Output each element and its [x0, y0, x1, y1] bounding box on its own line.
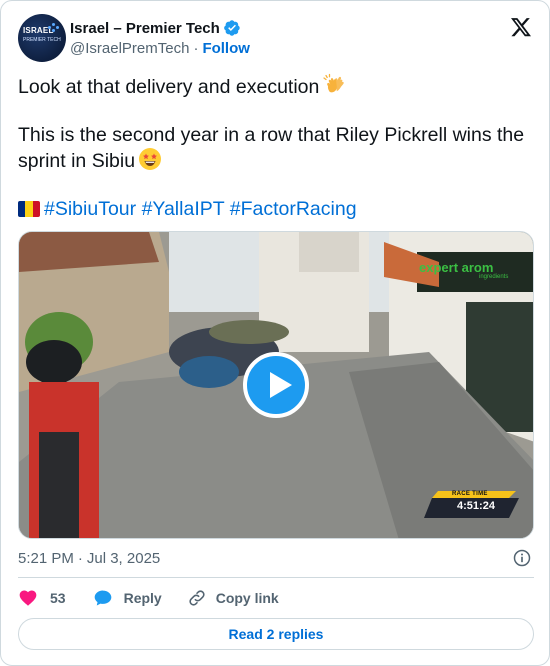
- hashtag-sibiutour[interactable]: #SibiuTour: [44, 198, 136, 220]
- romania-flag-icon: [18, 201, 40, 217]
- author-handle-row: @IsraelPremTech · Follow: [70, 40, 250, 57]
- link-icon: [189, 590, 205, 606]
- tweet-card: ISRAEL PREMIER TECH Israel – Premier Tec…: [0, 0, 550, 666]
- race-time-overlay: RACE TIME 4:51:24: [432, 490, 520, 518]
- reply-button[interactable]: Reply: [93, 588, 162, 608]
- sponsor-subtext: ingredients: [479, 274, 509, 280]
- copy-link-label: Copy link: [215, 590, 279, 606]
- info-icon[interactable]: [512, 548, 532, 568]
- handle-separator: ·: [193, 40, 199, 57]
- hashtag-yallaipt[interactable]: #YallaIPT: [142, 198, 225, 220]
- chat-bubble-icon: [94, 590, 111, 606]
- follow-button[interactable]: Follow: [202, 40, 250, 57]
- copy-link-button[interactable]: Copy link: [187, 588, 279, 608]
- text-spacer: [18, 173, 534, 197]
- x-logo-icon[interactable]: [510, 16, 532, 38]
- tweet-line-1: Look at that delivery and execution: [18, 73, 534, 99]
- clapping-hands-icon: [323, 73, 345, 93]
- avatar-dots-icon: [48, 22, 60, 32]
- hashtag-factorracing[interactable]: #FactorRacing: [230, 198, 357, 220]
- video-player[interactable]: expert arom ingredients RACE TIME 4:51:2…: [18, 231, 534, 539]
- avatar[interactable]: ISRAEL PREMIER TECH: [18, 14, 66, 62]
- heart-icon: [19, 590, 37, 606]
- author-handle[interactable]: @IsraelPremTech: [70, 40, 189, 57]
- tweet-date[interactable]: Jul 3, 2025: [87, 550, 160, 567]
- play-icon[interactable]: [243, 352, 309, 418]
- race-time-label: RACE TIME: [452, 491, 488, 497]
- text-spacer: [18, 99, 534, 123]
- meta-separator: ·: [77, 549, 83, 567]
- like-count: 53: [50, 590, 66, 606]
- tweet-line-2: This is the second year in a row that Ri…: [18, 123, 534, 173]
- tweet-text: Look at that delivery and execution This…: [18, 73, 534, 221]
- author-name-row: Israel – Premier Tech: [70, 18, 241, 38]
- sponsor-logo: expert arom: [419, 260, 494, 275]
- tweet-time[interactable]: 5:21 PM: [18, 550, 74, 567]
- star-struck-face-icon: [139, 148, 162, 170]
- tweet-line-1-text: Look at that delivery and execution: [18, 76, 320, 98]
- verified-badge-icon: [223, 20, 240, 36]
- action-bar: 53 Reply Copy link: [18, 587, 534, 609]
- tweet-line-2-text: This is the second year in a row that Ri…: [18, 124, 525, 172]
- like-button[interactable]: 53: [18, 588, 66, 608]
- tweet-header: ISRAEL PREMIER TECH Israel – Premier Tec…: [18, 14, 534, 62]
- divider: [18, 577, 534, 578]
- author-name[interactable]: Israel – Premier Tech: [70, 20, 220, 37]
- race-time-value: 4:51:24: [457, 500, 495, 512]
- hashtag-line: #SibiuTour #YallaIPT #FactorRacing: [18, 197, 534, 221]
- read-replies-button[interactable]: Read 2 replies: [18, 618, 534, 650]
- tweet-meta: 5:21 PM · Jul 3, 2025: [18, 548, 534, 568]
- avatar-text-bottom: PREMIER TECH: [23, 37, 61, 43]
- reply-label: Reply: [123, 590, 162, 606]
